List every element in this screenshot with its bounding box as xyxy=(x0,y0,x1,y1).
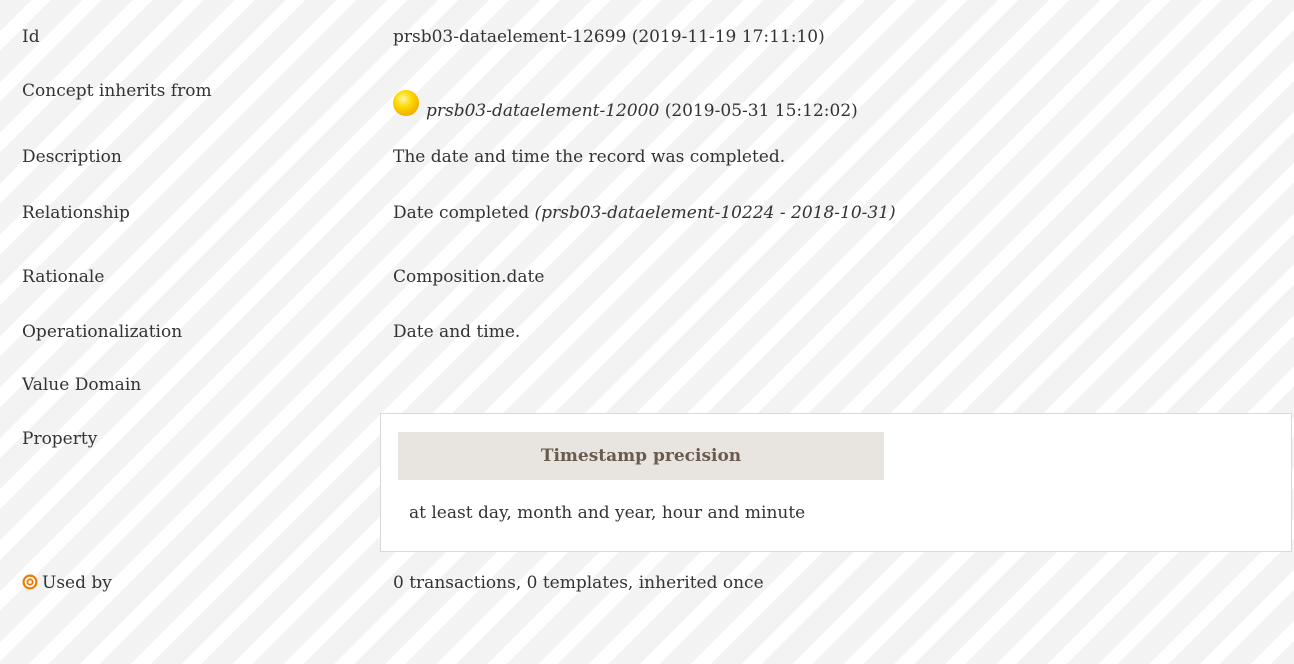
used-by-label-wrap: Used by xyxy=(22,573,382,593)
property-label: Property xyxy=(22,429,98,449)
description-value: The date and time the record was complet… xyxy=(393,147,786,167)
status-orb-icon xyxy=(393,90,419,116)
relationship-label: Relationship xyxy=(22,203,130,223)
relationship-name: Date completed xyxy=(393,203,530,223)
description-label: Description xyxy=(22,147,122,167)
operationalization-label: Operationalization xyxy=(22,322,183,342)
relationship-value: Date completed (prsb03-dataelement-10224… xyxy=(393,203,896,223)
inherits-date: (2019-05-31 15:12:02) xyxy=(659,101,858,121)
property-header: Timestamp precision xyxy=(398,432,884,480)
inherits-ref-link[interactable]: prsb03-dataelement-12000 xyxy=(426,101,659,121)
target-icon xyxy=(22,574,38,590)
property-value: at least day, month and year, hour and m… xyxy=(409,503,806,523)
id-label: Id xyxy=(22,27,40,47)
used-by-value[interactable]: 0 transactions, 0 templates, inherited o… xyxy=(393,573,764,593)
value-domain-label: Value Domain xyxy=(22,375,142,395)
used-by-label: Used by xyxy=(42,573,112,593)
rationale-value: Composition.date xyxy=(393,267,545,287)
relationship-ref[interactable]: (prsb03-dataelement-10224 - 2018-10-31) xyxy=(535,203,896,223)
concept-inherits-label: Concept inherits from xyxy=(22,81,212,101)
property-box: Timestamp precision at least day, month … xyxy=(380,413,1292,552)
operationalization-value: Date and time. xyxy=(393,322,521,342)
rationale-label: Rationale xyxy=(22,267,105,287)
concept-inherits-value: prsb03-dataelement-12000 (2019-05-31 15:… xyxy=(393,90,858,124)
id-value: prsb03-dataelement-12699 (2019-11-19 17:… xyxy=(393,27,825,47)
